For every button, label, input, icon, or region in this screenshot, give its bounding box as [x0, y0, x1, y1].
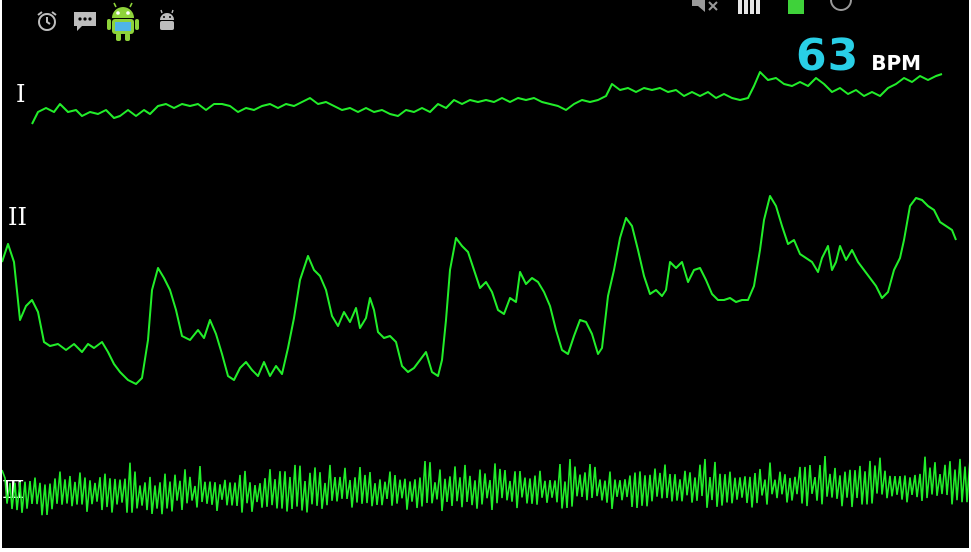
- lead-i-trace: [31, 71, 943, 125]
- lead-iii-trace: [2, 456, 969, 516]
- ecg-traces: [2, 71, 969, 516]
- lead-ii-trace: [2, 195, 957, 385]
- ecg-monitor-screen: 63 BPM I II III: [2, 0, 969, 548]
